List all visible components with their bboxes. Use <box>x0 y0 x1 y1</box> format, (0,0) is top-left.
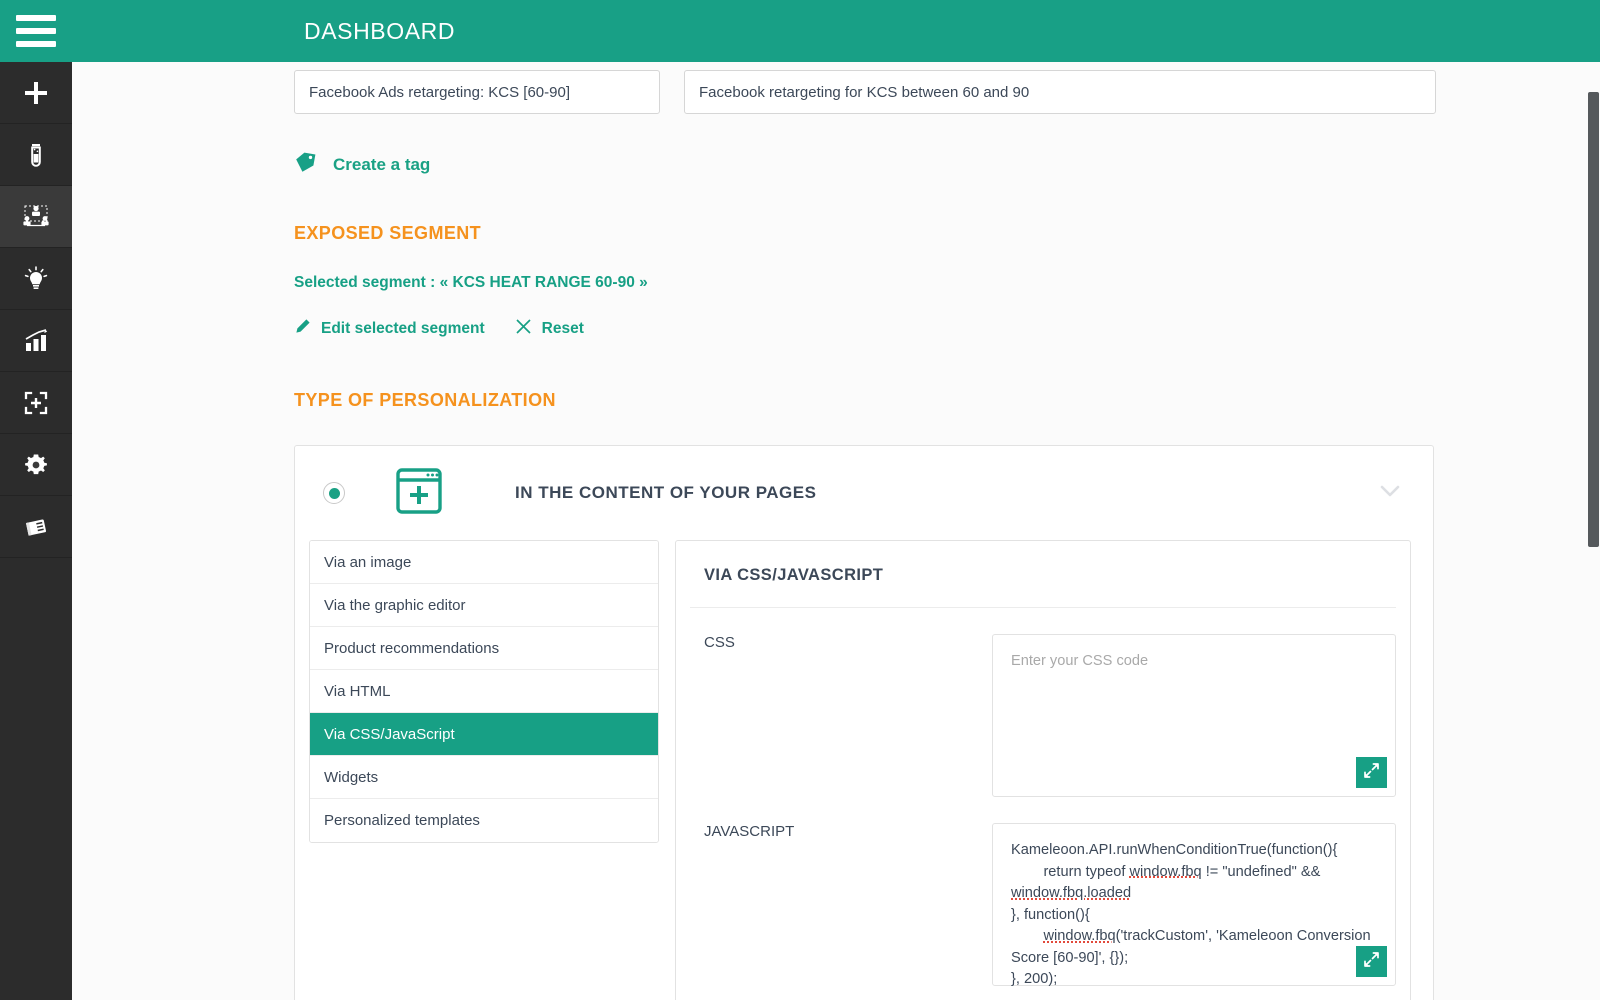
expand-arrows-icon <box>1362 950 1381 974</box>
sidebar-item-personalization[interactable] <box>0 186 72 248</box>
js-line-5-prefix <box>1011 928 1043 944</box>
css-code-placeholder: Enter your CSS code <box>1011 653 1149 669</box>
js-line-2-prefix: return typeof <box>1011 863 1130 880</box>
create-tag-button[interactable]: Create a tag <box>294 150 430 179</box>
pencil-icon <box>294 318 311 340</box>
name-description-row <box>72 62 1600 114</box>
js-line-3: window.fbq.loaded <box>1011 885 1132 901</box>
personalization-name-input[interactable] <box>294 70 660 114</box>
css-expand-button[interactable] <box>1356 757 1387 788</box>
javascript-code-editor[interactable]: Kameleoon.API.runWhenConditionTrue(funct… <box>992 823 1396 987</box>
personalization-card-title: IN THE CONTENT OF YOUR PAGES <box>515 483 817 502</box>
method-item-via-css-javascript[interactable]: Via CSS/JavaScript <box>310 713 658 756</box>
sidebar-item-targeting[interactable] <box>0 372 72 434</box>
left-sidebar <box>0 62 72 1000</box>
gear-icon <box>21 450 51 480</box>
css-code-editor[interactable]: Enter your CSS code <box>992 634 1396 797</box>
expand-arrows-icon <box>1362 761 1381 785</box>
personalization-type-radio[interactable] <box>323 482 345 504</box>
javascript-label: JAVASCRIPT <box>704 823 795 840</box>
js-line-2-suffix: != "undefined" && <box>1201 863 1321 880</box>
method-item-product-recommendations[interactable]: Product recommendations <box>310 627 658 670</box>
sidebar-item-analytics[interactable] <box>0 310 72 372</box>
selected-segment-text: Selected segment : « KCS HEAT RANGE 60-9… <box>294 274 648 291</box>
hamburger-bar <box>16 15 56 21</box>
radio-dot <box>328 487 340 499</box>
method-detail-panel: VIA CSS/JAVASCRIPT CSS Enter your CSS co… <box>675 540 1411 1000</box>
method-item-widgets[interactable]: Widgets <box>310 756 658 799</box>
javascript-expand-button[interactable] <box>1356 946 1387 977</box>
chevron-down-icon[interactable] <box>1375 476 1405 511</box>
method-item-via-the-graphic-editor[interactable]: Via the graphic editor <box>310 584 658 627</box>
method-item-personalized-templates[interactable]: Personalized templates <box>310 799 658 842</box>
exposed-segment-title: EXPOSED SEGMENT <box>294 223 482 243</box>
javascript-field-row: JAVASCRIPT Kameleoon.API.runWhenConditio… <box>690 797 1396 987</box>
segment-actions: Edit selected segment Reset <box>294 318 1600 340</box>
scrollbar-thumb[interactable] <box>1588 92 1599 547</box>
js-line-2-misspelled: window.fbq <box>1129 863 1202 880</box>
personalization-method-list: Via an image Via the graphic editor Prod… <box>309 540 659 843</box>
hamburger-bar <box>16 41 56 47</box>
javascript-code-text: Kameleoon.API.runWhenConditionTrue(funct… <box>993 824 1395 1000</box>
page-content: Create a tag EXPOSED SEGMENT Selected se… <box>72 62 1600 1000</box>
main-scroll-area[interactable]: Create a tag EXPOSED SEGMENT Selected se… <box>72 62 1600 1000</box>
page-title: DASHBOARD <box>304 17 456 44</box>
browser-window-plus-icon <box>393 465 445 522</box>
js-line-5-misspelled: window.fbq <box>1043 928 1116 944</box>
method-item-via-html[interactable]: Via HTML <box>310 670 658 713</box>
segments-icon <box>20 202 52 232</box>
personalization-type-card: IN THE CONTENT OF YOUR PAGES Via an imag… <box>294 445 1434 1000</box>
edit-selected-segment-label: Edit selected segment <box>321 320 485 337</box>
js-line-6: }, 200); <box>1011 971 1058 987</box>
main-scrollbar[interactable] <box>1586 62 1600 1000</box>
chart-growth-icon <box>21 326 51 356</box>
book-icon <box>21 512 51 542</box>
sidebar-item-documentation[interactable] <box>0 496 72 558</box>
close-x-icon <box>515 318 532 340</box>
reset-segment-button[interactable]: Reset <box>515 318 584 340</box>
method-item-via-an-image[interactable]: Via an image <box>310 541 658 584</box>
reset-label: Reset <box>541 320 584 337</box>
top-bar: DASHBOARD <box>0 0 1600 62</box>
hamburger-menu-icon[interactable] <box>0 0 72 62</box>
personalization-card-header[interactable]: IN THE CONTENT OF YOUR PAGES <box>295 446 1433 540</box>
edit-selected-segment-button[interactable]: Edit selected segment <box>294 318 485 340</box>
target-plus-icon <box>21 388 51 418</box>
plus-icon <box>21 78 51 108</box>
create-tag-label: Create a tag <box>333 154 431 174</box>
js-line-4: }, function(){ <box>1011 906 1090 923</box>
sidebar-item-experiments[interactable] <box>0 124 72 186</box>
personalization-description-input[interactable] <box>684 70 1436 114</box>
method-detail-title: VIA CSS/JAVASCRIPT <box>690 541 1396 608</box>
css-field-row: CSS Enter your CSS code <box>690 608 1396 797</box>
js-line-1: Kameleoon.API.runWhenConditionTrue(funct… <box>1011 842 1338 858</box>
css-label: CSS <box>704 634 735 651</box>
personalization-card-body: Via an image Via the graphic editor Prod… <box>295 540 1433 1000</box>
sidebar-item-settings[interactable] <box>0 434 72 496</box>
hamburger-bar <box>16 28 56 34</box>
flask-icon <box>21 140 51 170</box>
sidebar-item-insights[interactable] <box>0 248 72 310</box>
lightbulb-icon <box>21 264 51 294</box>
sidebar-item-create[interactable] <box>0 62 72 124</box>
type-of-personalization-title: TYPE OF PERSONALIZATION <box>294 390 556 410</box>
tag-icon <box>294 150 318 179</box>
